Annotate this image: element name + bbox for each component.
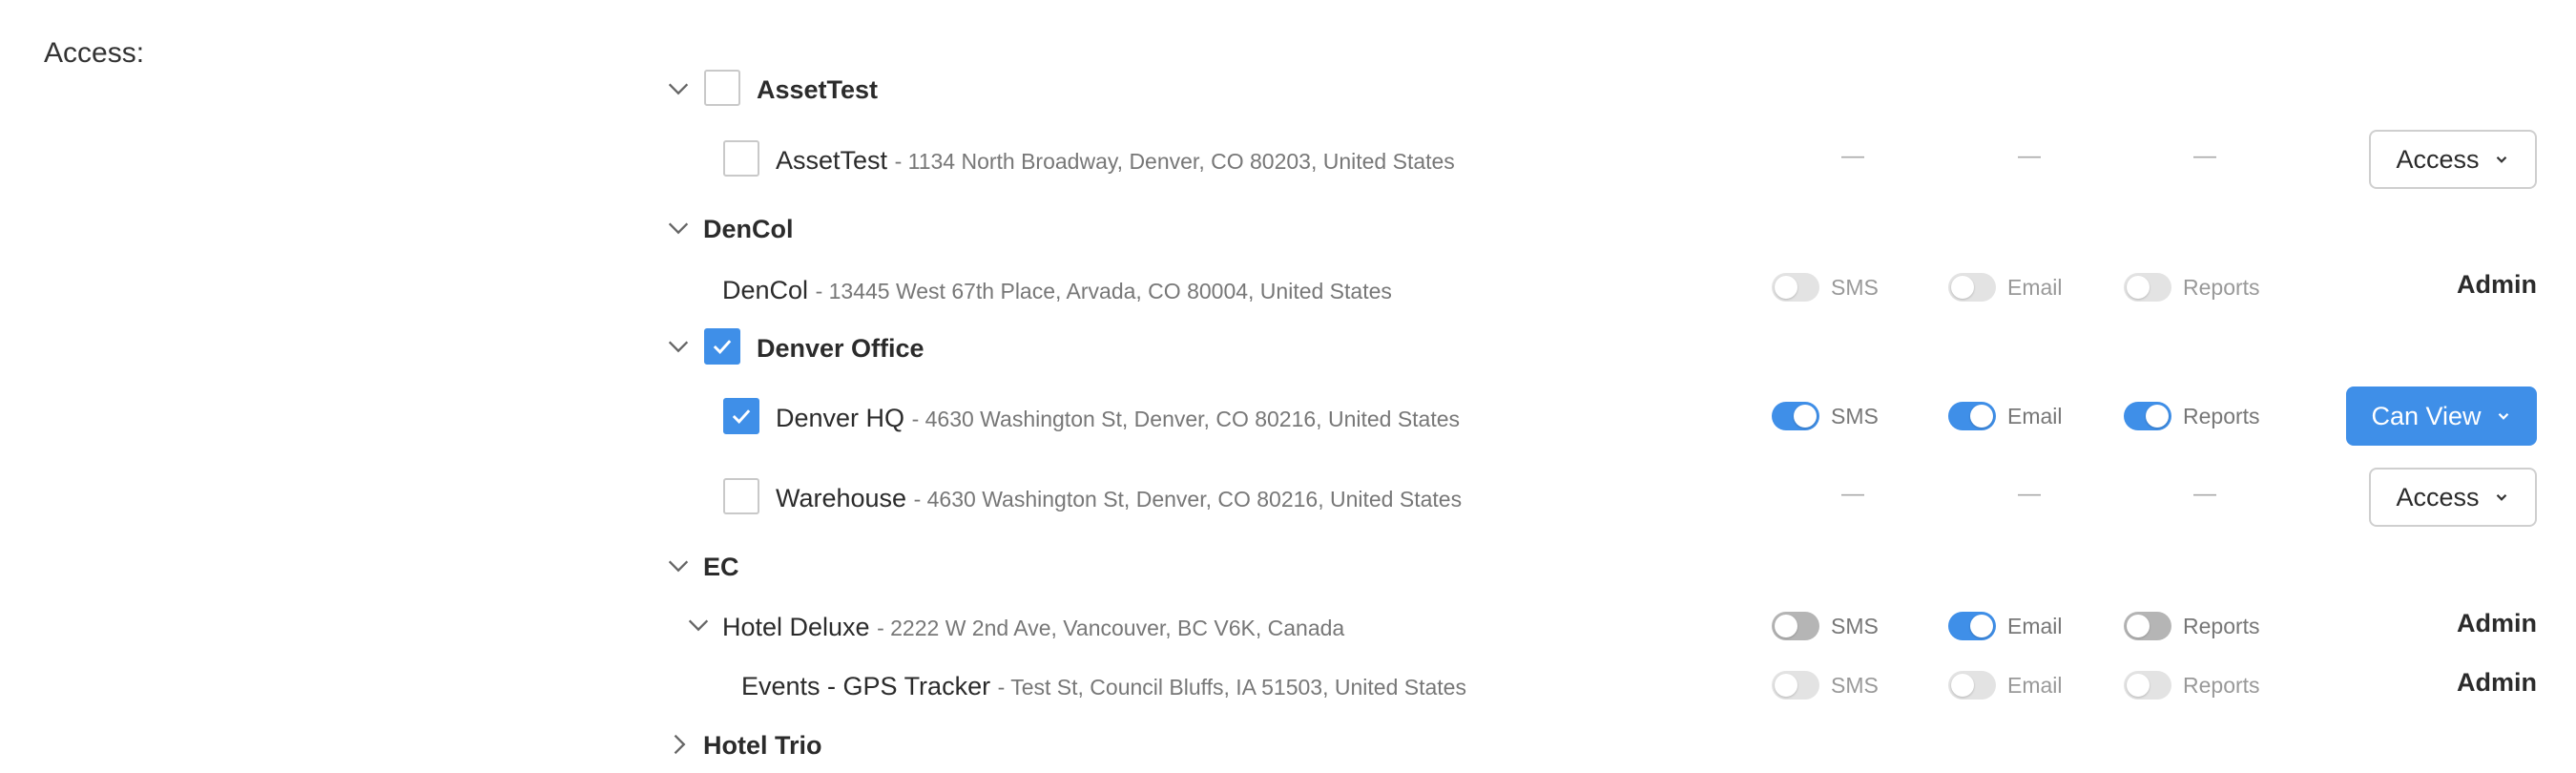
sms-dash: —: [1841, 481, 1864, 507]
chevron-down-icon[interactable]: [662, 212, 695, 244]
group-name: Denver Office: [757, 334, 924, 363]
chevron-down-icon[interactable]: [662, 73, 695, 105]
location-name: Events - GPS Tracker: [741, 672, 991, 700]
access-dropdown-label: Access: [2396, 482, 2480, 512]
location-address: - 2222 W 2nd Ave, Vancouver, BC V6K, Can…: [877, 616, 1345, 640]
location-name: Warehouse: [776, 484, 907, 512]
reports-toggle-group[interactable]: Reports: [2124, 612, 2260, 640]
check-icon: [732, 409, 751, 424]
location-row-assettest: AssetTest - 1134 North Broadway, Denver,…: [776, 141, 1455, 180]
check-icon: [713, 340, 732, 354]
location-name: AssetTest: [776, 146, 888, 175]
group-checkbox-assettest[interactable]: [704, 70, 740, 106]
can-view-dropdown-label: Can View: [2371, 401, 2482, 430]
sms-toggle[interactable]: [1772, 402, 1819, 430]
reports-dash: —: [2193, 481, 2216, 507]
chevron-right-icon[interactable]: [662, 728, 695, 761]
chevron-down-icon[interactable]: [662, 330, 695, 363]
group-name: DenCol: [703, 215, 794, 243]
sms-toggle-group[interactable]: SMS: [1772, 273, 1879, 302]
email-toggle-group[interactable]: Email: [1948, 273, 2063, 302]
sms-toggle[interactable]: [1772, 671, 1819, 700]
reports-dash: —: [2193, 143, 2216, 169]
reports-toggle-group[interactable]: Reports: [2124, 671, 2260, 700]
sms-toggle[interactable]: [1772, 612, 1819, 640]
chevron-down-icon: [2495, 402, 2512, 431]
location-row-dencol: DenCol - 13445 West 67th Place, Arvada, …: [722, 271, 1392, 310]
location-row-denver-hq: Denver HQ - 4630 Washington St, Denver, …: [776, 399, 1460, 438]
access-dropdown-button[interactable]: Access: [2369, 468, 2537, 527]
location-checkbox-assettest[interactable]: [723, 140, 759, 177]
reports-toggle[interactable]: [2124, 273, 2171, 302]
location-row-hotel-deluxe: Hotel Deluxe - 2222 W 2nd Ave, Vancouver…: [722, 608, 1344, 647]
location-row-events-gps-tracker: Events - GPS Tracker - Test St, Council …: [741, 667, 1466, 706]
email-toggle-group[interactable]: Email: [1948, 612, 2063, 640]
role-admin: Admin: [2457, 609, 2537, 637]
group-name: EC: [703, 553, 739, 581]
email-label: Email: [2007, 672, 2063, 698]
sms-toggle-group[interactable]: SMS: [1772, 402, 1879, 430]
location-name: DenCol: [722, 276, 809, 304]
email-label: Email: [2007, 274, 2063, 300]
chevron-down-icon[interactable]: [682, 609, 715, 641]
email-toggle-group[interactable]: Email: [1948, 671, 2063, 700]
reports-toggle[interactable]: [2124, 402, 2171, 430]
location-name: Denver HQ: [776, 404, 905, 432]
role-admin: Admin: [2457, 668, 2537, 697]
sms-toggle-group[interactable]: SMS: [1772, 612, 1879, 640]
location-address: - 4630 Washington St, Denver, CO 80216, …: [913, 487, 1463, 512]
location-row-warehouse: Warehouse - 4630 Washington St, Denver, …: [776, 479, 1462, 518]
chevron-down-icon: [2493, 145, 2510, 175]
location-checkbox-denver-hq[interactable]: [723, 398, 759, 434]
reports-label: Reports: [2183, 274, 2260, 300]
reports-toggle-group[interactable]: Reports: [2124, 402, 2260, 430]
sms-label: SMS: [1831, 613, 1879, 638]
can-view-dropdown-button[interactable]: Can View: [2346, 386, 2537, 446]
sms-toggle-group[interactable]: SMS: [1772, 671, 1879, 700]
email-label: Email: [2007, 613, 2063, 638]
sms-toggle[interactable]: [1772, 273, 1819, 302]
location-name: Hotel Deluxe: [722, 613, 870, 641]
location-address: - Test St, Council Bluffs, IA 51503, Uni…: [997, 675, 1466, 700]
location-address: - 4630 Washington St, Denver, CO 80216, …: [911, 407, 1461, 431]
location-address: - 13445 West 67th Place, Arvada, CO 8000…: [815, 279, 1392, 303]
group-checkbox-denver-office[interactable]: [704, 328, 740, 365]
group-name: Hotel Trio: [703, 731, 822, 760]
sms-label: SMS: [1831, 672, 1879, 698]
email-toggle[interactable]: [1948, 612, 1996, 640]
email-toggle[interactable]: [1948, 671, 1996, 700]
chevron-down-icon[interactable]: [662, 550, 695, 582]
email-toggle-group[interactable]: Email: [1948, 402, 2063, 430]
role-admin: Admin: [2457, 270, 2537, 299]
reports-label: Reports: [2183, 403, 2260, 428]
reports-toggle-group[interactable]: Reports: [2124, 273, 2260, 302]
access-dropdown-label: Access: [2396, 144, 2480, 174]
email-toggle[interactable]: [1948, 402, 1996, 430]
reports-label: Reports: [2183, 672, 2260, 698]
email-dash: —: [2018, 143, 2041, 169]
reports-toggle[interactable]: [2124, 612, 2171, 640]
email-dash: —: [2018, 481, 2041, 507]
sms-label: SMS: [1831, 403, 1879, 428]
access-dropdown-button[interactable]: Access: [2369, 130, 2537, 189]
location-checkbox-warehouse[interactable]: [723, 478, 759, 514]
sms-dash: —: [1841, 143, 1864, 169]
sms-label: SMS: [1831, 274, 1879, 300]
chevron-down-icon: [2493, 483, 2510, 512]
email-label: Email: [2007, 403, 2063, 428]
location-address: - 1134 North Broadway, Denver, CO 80203,…: [894, 149, 1455, 174]
access-label: Access:: [44, 37, 145, 69]
reports-toggle[interactable]: [2124, 671, 2171, 700]
email-toggle[interactable]: [1948, 273, 1996, 302]
group-name: AssetTest: [757, 75, 879, 104]
reports-label: Reports: [2183, 613, 2260, 638]
